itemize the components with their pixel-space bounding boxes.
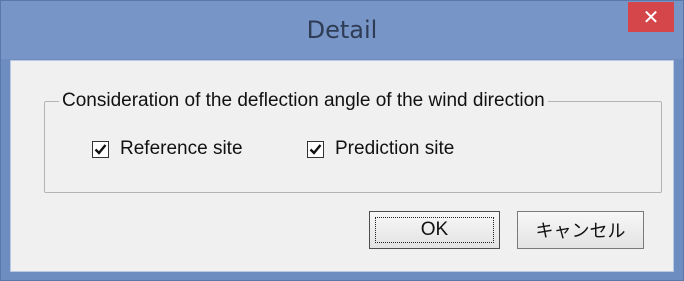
reference-site-label: Reference site bbox=[120, 138, 243, 159]
prediction-site-checkbox-item[interactable]: Prediction site bbox=[307, 138, 454, 160]
reference-site-checkbox-item[interactable]: Reference site bbox=[92, 138, 243, 160]
close-icon: ✕ bbox=[642, 5, 660, 29]
close-button[interactable]: ✕ bbox=[628, 2, 674, 32]
groupbox-legend: Consideration of the deflection angle of… bbox=[59, 90, 548, 112]
checkmark-icon bbox=[94, 143, 107, 155]
prediction-site-checkbox[interactable] bbox=[307, 140, 324, 158]
cancel-button-label: キャンセル bbox=[535, 221, 626, 242]
dialog-client-area: Consideration of the deflection angle of… bbox=[10, 60, 674, 272]
checkmark-icon bbox=[309, 143, 322, 155]
ok-button[interactable]: OK bbox=[369, 211, 500, 249]
dialog-title: Detail bbox=[306, 16, 378, 44]
prediction-site-label: Prediction site bbox=[335, 138, 455, 159]
reference-site-checkbox[interactable] bbox=[92, 140, 109, 158]
title-bar[interactable]: Detail ✕ bbox=[1, 1, 683, 59]
cancel-button[interactable]: キャンセル bbox=[517, 211, 644, 249]
detail-dialog: Detail ✕ Consideration of the deflection… bbox=[0, 0, 684, 281]
focus-rectangle bbox=[375, 217, 494, 243]
